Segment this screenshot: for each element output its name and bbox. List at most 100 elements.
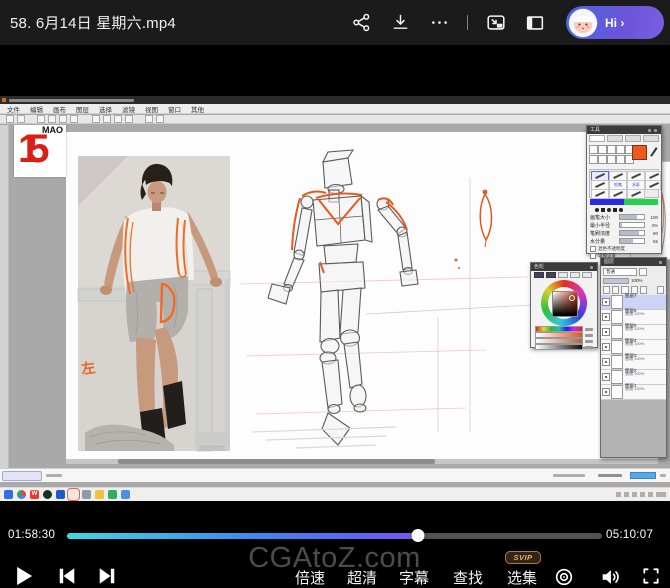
taskbar-icon-dark-app xyxy=(43,490,52,499)
app-menubar: 文件 编辑 画布 图层 选择 滤镜 视图 窗口 其他 xyxy=(0,104,670,114)
menu-canvas: 画布 xyxy=(53,104,66,114)
menu-window: 窗口 xyxy=(168,104,181,114)
brush-tip-row xyxy=(587,206,661,213)
status-progress xyxy=(630,472,656,479)
color-mode-chip xyxy=(558,272,568,278)
app-title-text xyxy=(9,99,134,102)
tool-cell xyxy=(598,155,607,164)
taskbar-icon-paint-app-active xyxy=(69,490,78,499)
tool-cell xyxy=(598,145,607,154)
taskbar-icon-word: W xyxy=(30,490,39,499)
toolbar-icon xyxy=(103,115,111,123)
reference-photo: 左 xyxy=(78,156,230,451)
brush-cell xyxy=(591,189,609,199)
previous-episode-button[interactable] xyxy=(57,566,79,588)
more-icon[interactable] xyxy=(428,12,450,34)
search-button[interactable]: 查找 xyxy=(453,567,483,588)
photo-annotation-left: 左 xyxy=(79,359,96,377)
layer-thumbnail xyxy=(611,370,623,384)
min-radius-slider: 最小半径 3% xyxy=(587,221,661,229)
topbar-divider xyxy=(467,15,468,30)
subtitles-button[interactable]: 字幕 xyxy=(399,567,429,588)
topbar-actions: Hi › xyxy=(350,6,664,39)
layer-thumbnail xyxy=(611,325,623,339)
tool-cell xyxy=(616,145,625,154)
recorded-desktop: 文件 编辑 画布 图层 选择 滤镜 视图 窗口 其他 xyxy=(0,96,670,501)
menu-view: 视图 xyxy=(145,104,158,114)
download-icon[interactable] xyxy=(389,12,411,34)
app-statusbar xyxy=(0,468,670,482)
svip-badge: SVIP xyxy=(505,551,541,564)
play-button[interactable] xyxy=(14,566,36,588)
system-tray xyxy=(616,492,666,497)
quality-button[interactable]: 超清 xyxy=(347,567,377,588)
logo-number: 15 xyxy=(18,125,37,173)
delete-layer-icon xyxy=(657,286,664,294)
tray-icon xyxy=(624,492,629,497)
toolbar-icon xyxy=(145,115,153,123)
account-button[interactable]: Hi › xyxy=(566,6,664,39)
status-text xyxy=(553,474,585,477)
episodes-button[interactable]: 选集 xyxy=(507,567,537,588)
color-cursor xyxy=(569,295,575,301)
color-mode-chip xyxy=(546,272,556,278)
taskbar-icon-folder xyxy=(95,490,104,499)
tool-cell xyxy=(589,155,598,164)
toolbar-icon xyxy=(156,115,164,123)
opacity-slider xyxy=(603,278,629,284)
fullscreen-icon[interactable] xyxy=(641,566,663,588)
leaf-shape-study xyxy=(455,190,492,269)
toolbar-icon xyxy=(48,115,56,123)
speed-button[interactable]: 倍速 xyxy=(295,567,325,588)
account-label: Hi › xyxy=(605,16,624,30)
tray-icon xyxy=(632,492,637,497)
checkbox xyxy=(590,246,596,252)
panel-close-icon xyxy=(590,266,593,269)
toolbar-icon xyxy=(92,115,100,123)
color-mode-chips xyxy=(531,271,597,280)
brush-cell xyxy=(645,180,661,190)
progress-bar[interactable] xyxy=(67,533,602,539)
blend-mode-dropdown: 普通 xyxy=(603,268,637,276)
tool-tab xyxy=(607,135,623,142)
color-panel-title: 色轮 xyxy=(534,264,544,270)
video-player-window: 58. 6月14日 星期六.mp4 xyxy=(0,0,670,588)
toolbar-icon xyxy=(17,115,25,123)
layer-visibility-icon xyxy=(602,313,610,321)
volume-icon[interactable] xyxy=(599,566,621,588)
opacity-value: 100% xyxy=(631,278,643,283)
tool-tab xyxy=(643,135,659,142)
new-folder-icon xyxy=(612,286,619,294)
player-topbar: 58. 6月14日 星期六.mp4 xyxy=(0,0,670,45)
toolbar-icon xyxy=(59,115,67,123)
layer-thumbnail xyxy=(611,295,623,309)
layer-thumbnail xyxy=(611,385,623,399)
picture-in-picture-icon[interactable] xyxy=(485,12,507,34)
menu-edit: 编辑 xyxy=(30,104,43,114)
tray-clock xyxy=(656,492,666,497)
menu-file: 文件 xyxy=(7,104,20,114)
toolbar-icon xyxy=(125,115,133,123)
brush-tip-icon xyxy=(607,208,611,212)
hue-ring xyxy=(541,280,587,326)
tray-icon xyxy=(648,492,653,497)
total-time: 05:10:07 xyxy=(606,529,653,541)
status-text xyxy=(660,474,666,477)
layer-visibility-icon xyxy=(602,328,610,336)
dropdown-arrow-icon xyxy=(639,268,647,276)
next-episode-button[interactable] xyxy=(97,566,119,588)
new-layer-icon xyxy=(603,286,610,294)
share-icon[interactable] xyxy=(350,12,372,34)
panel-close-icon xyxy=(654,129,657,132)
mini-window-icon[interactable] xyxy=(524,12,546,34)
brush-size-slider: 画笔大小 100 xyxy=(587,213,661,221)
color-mode-chip xyxy=(570,272,580,278)
tool-cell xyxy=(607,145,616,154)
color-wheel-panel: 色轮 xyxy=(530,262,598,348)
taskbar-icon-gray-app xyxy=(82,490,91,499)
video-area[interactable]: 文件 编辑 画布 图层 选择 滤镜 视图 窗口 其他 xyxy=(0,45,670,523)
progress-thumb[interactable] xyxy=(412,529,425,542)
settings-icon[interactable] xyxy=(553,566,575,588)
layer-visibility-icon xyxy=(602,298,610,306)
progress-fill xyxy=(67,533,418,539)
